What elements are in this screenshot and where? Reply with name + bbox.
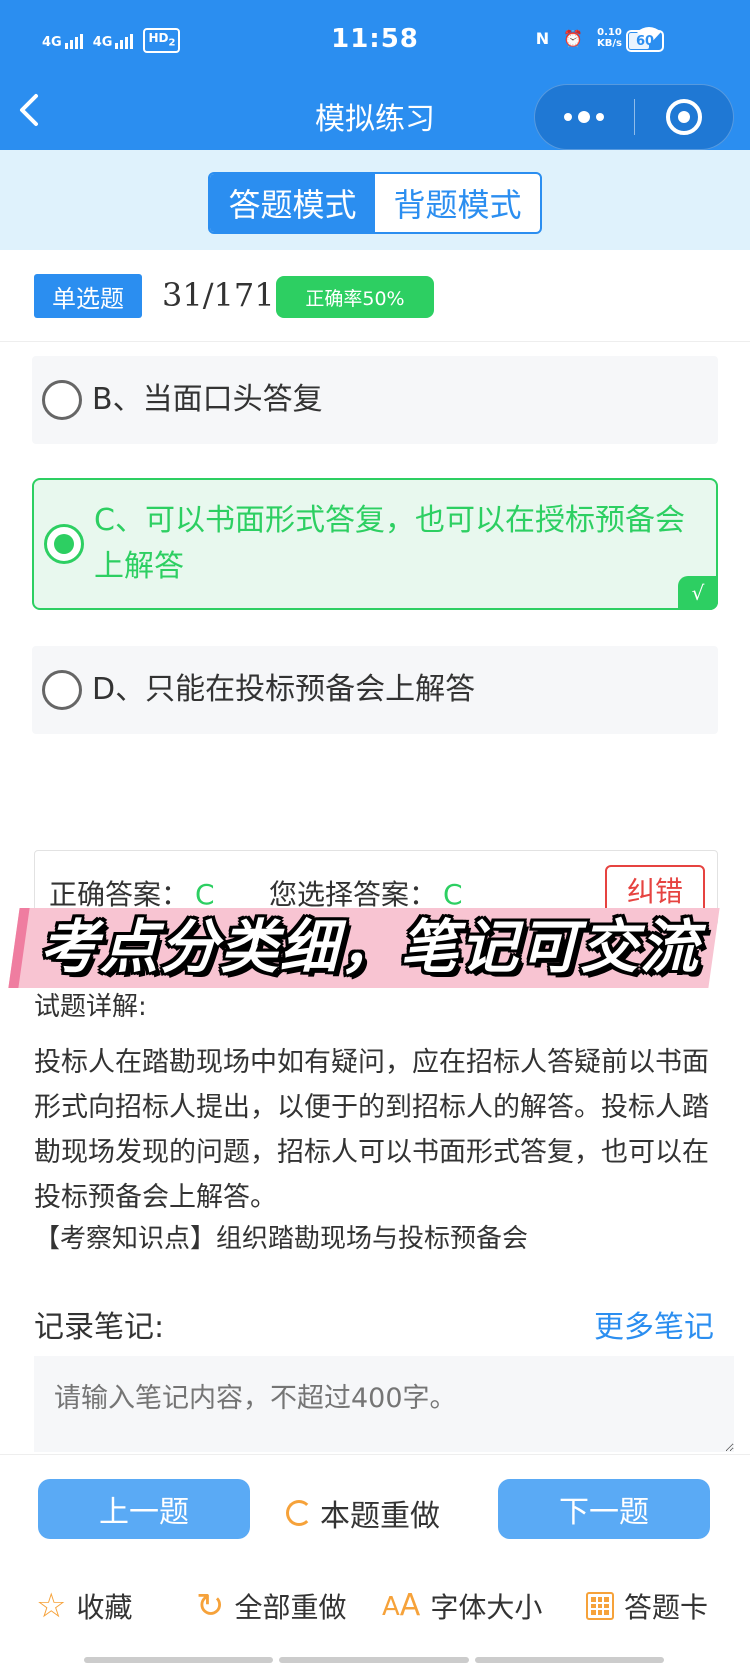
favorite-label: 收藏: [76, 1591, 133, 1624]
status-bar: 4G 4G HD2 11:58 N ⏰ 0.10 KB/s 60: [0, 0, 750, 86]
font-size-button[interactable]: AA 字体大小: [382, 1586, 542, 1626]
option-c[interactable]: C、可以书面形式答复，也可以在授标预备会上解答 √: [32, 478, 718, 610]
gesture-bar: [84, 1657, 664, 1663]
question-type-badge: 单选题: [34, 274, 142, 318]
question-actions: 上一题 本题重做 下一题: [0, 1454, 750, 1554]
mode-switch: 答题模式 背题模式: [208, 172, 542, 234]
miniapp-capsule: [534, 84, 734, 150]
more-notes-link[interactable]: 更多笔记: [594, 1302, 714, 1346]
option-d-label: D、只能在投标预备会上解答: [92, 672, 476, 707]
prev-question-button[interactable]: 上一题: [38, 1479, 250, 1539]
answer-card-icon: [586, 1592, 614, 1620]
redo-all-label: 全部重做: [234, 1591, 347, 1624]
promo-banner-text: 考点分类细，笔记可交流: [40, 913, 701, 981]
font-size-label: 字体大小: [430, 1591, 543, 1624]
star-icon: ☆: [36, 1586, 67, 1626]
redo-question-label: 本题重做: [320, 1499, 440, 1534]
target-icon: [665, 99, 702, 135]
question-header: 单选题 31/171 正确率50%: [0, 250, 750, 342]
option-c-label: C、可以书面形式答复，也可以在授标预备会上解答: [94, 503, 685, 584]
option-b-label: B、当面口头答复: [92, 382, 323, 417]
answer-card-button[interactable]: 答题卡: [586, 1586, 708, 1626]
nav-bar: 模拟练习: [0, 84, 750, 150]
alarm-icon: ⏰: [563, 28, 584, 48]
more-menu-icon[interactable]: [535, 85, 634, 149]
notes-label: 记录笔记:: [34, 1310, 165, 1345]
mode-switch-bar: 答题模式 背题模式: [0, 150, 750, 250]
font-size-icon: AA: [382, 1587, 421, 1623]
redo-icon: [286, 1500, 312, 1526]
knowledge-point: 【考察知识点】组织踏勘现场与投标预备会: [34, 1224, 529, 1254]
close-miniapp-button[interactable]: [634, 99, 733, 135]
redo-all-button[interactable]: ↻ 全部重做: [196, 1586, 347, 1626]
radio-selected-icon: [44, 524, 84, 564]
favorite-button[interactable]: ☆ 收藏: [36, 1586, 133, 1626]
next-question-button[interactable]: 下一题: [498, 1479, 710, 1539]
accuracy-badge: 正确率50%: [276, 276, 434, 318]
question-progress: 31/171: [162, 276, 275, 314]
explanation-body: 投标人在踏勘现场中如有疑问，应在招标人答疑前以书面形式向招标人提出，以便于的到招…: [34, 1047, 709, 1213]
battery-icon: 60: [626, 30, 664, 52]
correct-check-icon: √: [678, 576, 718, 610]
network-speed: 0.10 KB/s: [597, 27, 622, 49]
tab-memorize-mode[interactable]: 背题模式: [375, 174, 540, 232]
refresh-icon: ↻: [196, 1586, 225, 1626]
option-d[interactable]: D、只能在投标预备会上解答: [32, 646, 718, 734]
option-b[interactable]: B、当面口头答复: [32, 356, 718, 444]
radio-icon: [42, 670, 82, 710]
notes-input[interactable]: [34, 1356, 734, 1452]
nfc-icon: N: [535, 28, 550, 48]
redo-question-button[interactable]: 本题重做: [286, 1491, 440, 1535]
bottom-toolbar: ☆ 收藏 ↻ 全部重做 AA 字体大小 答题卡: [0, 1562, 750, 1652]
radio-icon: [42, 380, 82, 420]
tab-answer-mode[interactable]: 答题模式: [210, 174, 375, 232]
answer-card-label: 答题卡: [624, 1591, 709, 1624]
explanation-title: 试题详解:: [34, 992, 147, 1022]
